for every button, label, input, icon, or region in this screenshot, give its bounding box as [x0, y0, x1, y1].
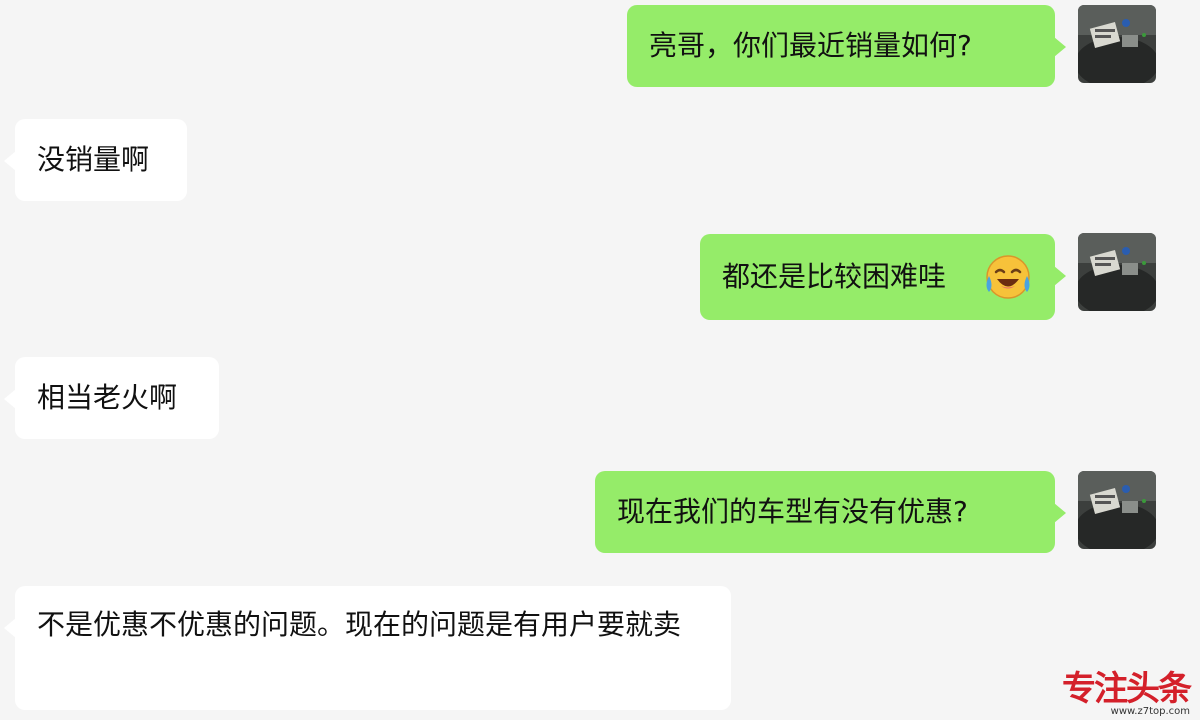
user-avatar[interactable] — [1078, 471, 1156, 549]
incoming-message-bubble[interactable]: 不是优惠不优惠的问题。现在的问题是有用户要就卖 — [4, 586, 731, 710]
watermark-brand-text: 专注头条 — [1062, 669, 1192, 709]
user-avatar[interactable] — [1078, 233, 1156, 311]
avatar-photo-icon — [1078, 5, 1156, 83]
avatar-photo-icon — [1078, 233, 1156, 311]
outgoing-message-bubble[interactable]: 亮哥，你们最近销量如何? — [627, 5, 1066, 87]
laughing-crying-emoji-icon — [986, 255, 1030, 299]
message-text: 没销量啊 — [37, 143, 150, 176]
avatar-photo-icon — [1078, 471, 1156, 549]
outgoing-message-bubble[interactable]: 现在我们的车型有没有优惠? — [595, 471, 1066, 553]
watermark-url-text: www.z7top.com — [1110, 706, 1190, 717]
message-text: 相当老火啊 — [37, 381, 178, 414]
outgoing-message-bubble[interactable]: 都还是比较困难哇 — [700, 234, 1066, 320]
user-avatar[interactable] — [1078, 5, 1156, 83]
watermark-logo: 专注头条 www.z7top.com — [1035, 669, 1192, 718]
message-text: 不是优惠不优惠的问题。现在的问题是有用户要就卖 — [37, 608, 682, 641]
message-text: 现在我们的车型有没有优惠? — [617, 495, 968, 528]
incoming-message-bubble[interactable]: 没销量啊 — [4, 119, 187, 201]
message-text: 亮哥，你们最近销量如何? — [649, 29, 972, 62]
incoming-message-bubble[interactable]: 相当老火啊 — [4, 357, 219, 439]
